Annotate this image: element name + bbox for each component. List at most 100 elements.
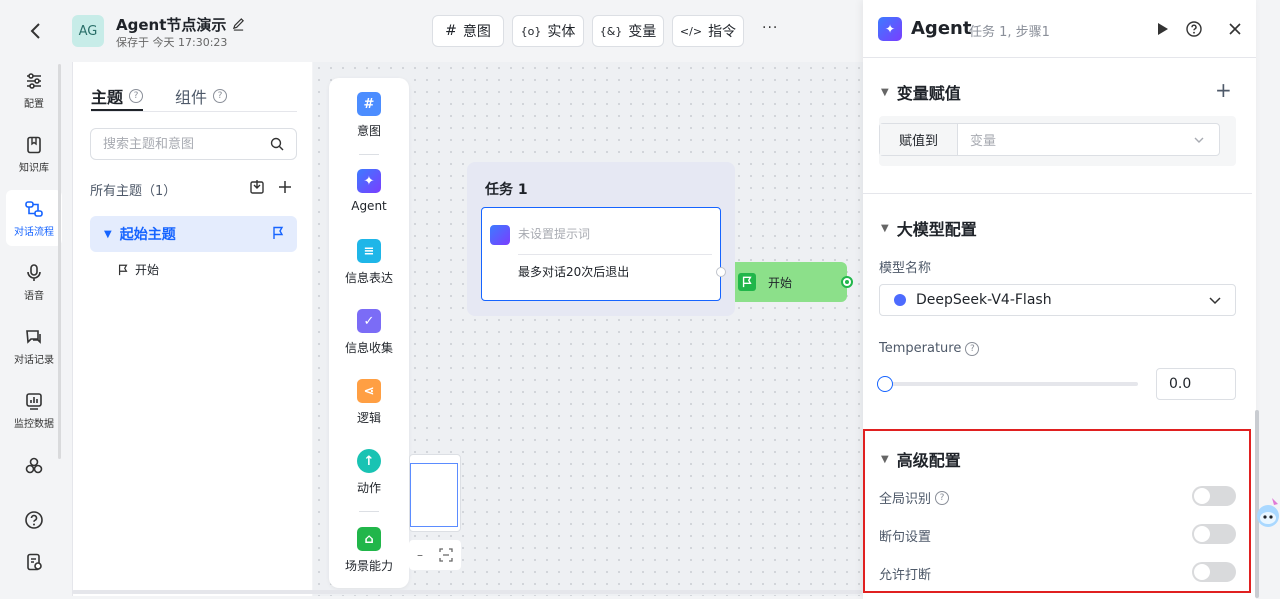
topic-panel: 主题 ? 组件 ? 所有主题（1） ▼ 起始主题 开始 [72, 62, 312, 596]
tab-component[interactable]: 组件 ? [175, 84, 228, 108]
search-icon[interactable] [270, 137, 284, 151]
zoom-out-icon[interactable]: – [417, 548, 423, 562]
rail-item-voice[interactable]: 语音 [6, 254, 62, 310]
variable-assign-section[interactable]: ▼ 变量赋值 [881, 80, 961, 104]
entity-icon: {o} [520, 24, 542, 38]
variable-icon: {&} [599, 24, 623, 38]
palette-label: Agent [351, 199, 387, 213]
highlight-box [863, 429, 1251, 593]
canvas-scrollbar[interactable] [72, 590, 862, 594]
model-select[interactable]: DeepSeek-V4-Flash [879, 284, 1236, 316]
assign-select[interactable]: 赋值到 变量 [879, 123, 1220, 156]
rail-label: 配置 [24, 98, 44, 110]
exit-condition: 最多对话20次后退出 [518, 265, 630, 279]
search-input[interactable] [91, 129, 261, 159]
task-title: 任务 1 [485, 182, 528, 198]
temperature-slider[interactable] [885, 382, 1138, 386]
all-topics-label: 所有主题（1） [90, 184, 177, 199]
chevron-down-icon [1209, 297, 1221, 305]
node-palette: # 意图 ✦ Agent ≡ 信息表达 ✓ 信息收集 ⋖ 逻辑 ↑ 动作 ⌂ 场… [329, 78, 409, 588]
palette-label: 场景能力 [344, 559, 393, 573]
help-icon[interactable] [1185, 20, 1203, 38]
variable-button-label: 变量 [628, 24, 657, 40]
question-icon: ? [213, 89, 228, 103]
rail-label: 知识库 [19, 162, 49, 174]
run-icon[interactable] [1153, 20, 1171, 38]
rail-item-plugins[interactable] [6, 440, 62, 496]
topic-item-label: 起始主题 [119, 227, 176, 243]
agent-step-card[interactable]: 未设置提示词 最多对话20次后退出 [481, 207, 726, 301]
model-name-label: 模型名称 [879, 261, 932, 276]
rail-item-knowledge[interactable]: 知识库 [6, 126, 62, 182]
topic-item-start[interactable]: ▼ 起始主题 [90, 216, 297, 252]
flag-icon [273, 226, 284, 239]
drawer-subtitle: 任务 1, 步骤1 [969, 25, 1050, 40]
rail-label: 监控数据 [14, 418, 54, 430]
intent-button-label: 意图 [462, 24, 491, 40]
task-node[interactable]: 任务 1 未设置提示词 最多对话20次后退出 [467, 162, 735, 316]
edit-icon[interactable] [232, 18, 245, 31]
rail-item-config[interactable]: 配置 [6, 62, 62, 118]
back-icon[interactable] [26, 20, 46, 42]
rail-item-docs[interactable] [6, 536, 62, 592]
monitor-icon [26, 392, 42, 410]
palette-item-action[interactable]: ↑ 动作 [329, 449, 409, 496]
palette-item-intent[interactable]: # 意图 [329, 92, 409, 139]
temperature-slider-thumb[interactable] [877, 376, 893, 392]
tab-topic-label: 主题 [91, 88, 124, 107]
flow-canvas[interactable]: # 意图 ✦ Agent ≡ 信息表达 ✓ 信息收集 ⋖ 逻辑 ↑ 动作 ⌂ 场… [313, 62, 863, 596]
rail-label: 对话记录 [14, 354, 54, 366]
rail-item-dialog-flow[interactable]: 对话流程 [6, 190, 62, 246]
app-root: 配置 知识库 对话流程 语音 对话记录 监控数据 AG Agent节点演示 保存… [0, 0, 1280, 599]
add-topic-icon[interactable] [277, 179, 293, 195]
llm-config-section[interactable]: ▼ 大模型配置 [881, 216, 977, 240]
add-variable-icon[interactable]: + [1215, 80, 1232, 100]
intent-button[interactable]: # 意图 [432, 15, 504, 47]
variable-button[interactable]: {&} 变量 [592, 15, 664, 47]
hash-icon: # [357, 92, 381, 116]
instruction-button[interactable]: </> 指令 [672, 15, 744, 47]
app-title-text: Agent节点演示 [116, 16, 227, 34]
assistant-mascot-icon[interactable] [1254, 496, 1280, 530]
tab-topic[interactable]: 主题 ? [91, 84, 144, 108]
rail-item-monitor[interactable]: 监控数据 [6, 382, 62, 438]
prompt-placeholder: 未设置提示词 [518, 227, 591, 241]
entity-button[interactable]: {o} 实体 [512, 15, 584, 47]
output-port[interactable] [716, 267, 726, 277]
caret-down-icon[interactable]: ▼ [881, 87, 889, 98]
caret-down-icon[interactable]: ▼ [881, 223, 889, 234]
import-icon[interactable] [249, 179, 265, 195]
more-icon[interactable]: ··· [762, 20, 778, 36]
minimap-viewport[interactable] [410, 463, 458, 527]
section-title: 变量赋值 [896, 84, 961, 103]
divider [518, 254, 712, 255]
palette-item-agent[interactable]: ✦ Agent [329, 169, 409, 213]
start-node[interactable]: 开始 [735, 262, 847, 302]
left-rail: 配置 知识库 对话流程 语音 对话记录 监控数据 [0, 0, 64, 599]
app-avatar: AG [72, 15, 104, 47]
minimap[interactable] [409, 454, 461, 532]
agent-drawer: ✦ Agent 任务 1, 步骤1 ▼ 变量赋值 + 赋值到 变量 ▼ 大模型配… [863, 0, 1259, 599]
rail-item-chat-log[interactable]: 对话记录 [6, 318, 62, 374]
zoom-controls: – [409, 540, 461, 570]
section-title: 大模型配置 [896, 220, 977, 239]
rail-scrollbar[interactable] [58, 64, 61, 459]
palette-item-scene[interactable]: ⌂ 场景能力 [329, 527, 409, 574]
fit-view-icon[interactable] [439, 548, 453, 562]
close-icon[interactable] [1226, 20, 1244, 38]
topic-search [90, 128, 297, 160]
palette-item-message[interactable]: ≡ 信息表达 [329, 239, 409, 286]
palette-item-logic[interactable]: ⋖ 逻辑 [329, 379, 409, 426]
palette-item-collect[interactable]: ✓ 信息收集 [329, 309, 409, 356]
start-port[interactable] [841, 276, 853, 288]
question-icon: ? [129, 89, 144, 103]
save-time: 保存于 今天 17:30:23 [116, 36, 228, 49]
caret-down-icon[interactable]: ▼ [104, 229, 112, 240]
temperature-input[interactable]: 0.0 [1156, 368, 1236, 400]
header-bar: AG Agent节点演示 保存于 今天 17:30:23 # 意图 {o} 实体… [64, 0, 864, 62]
topic-sub-item[interactable]: 开始 [117, 261, 159, 278]
circles-icon [25, 457, 43, 474]
folder-check-icon: ✓ [357, 309, 381, 333]
palette-label: 逻辑 [356, 411, 381, 425]
hash-icon: # [445, 23, 457, 39]
